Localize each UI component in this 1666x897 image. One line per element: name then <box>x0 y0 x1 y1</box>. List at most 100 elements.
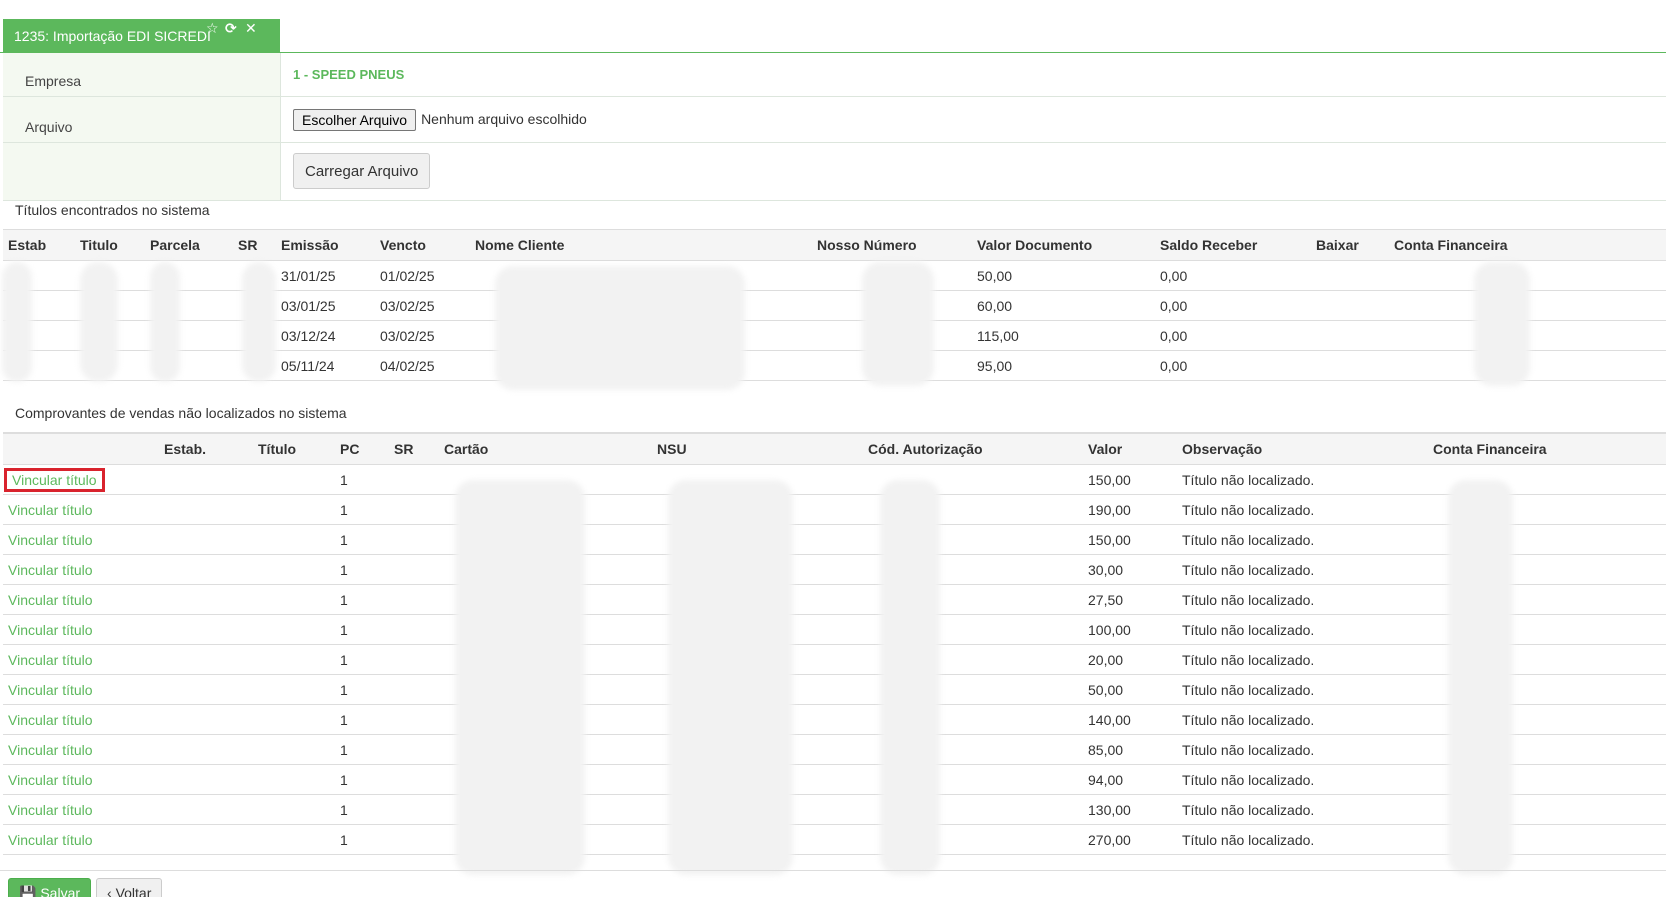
comprovantes-row: Vincular título 1 150,00 Título não localiz… <box>3 464 1666 495</box>
titulo-cell <box>253 794 335 825</box>
sr-cell <box>389 734 439 765</box>
valor-cell: 150,00 <box>1083 464 1177 495</box>
save-button[interactable]: 💾 Salvar <box>8 878 92 897</box>
star-icon[interactable]: ☆ <box>206 20 219 37</box>
valor-cell: 94,00 <box>1083 764 1177 795</box>
valor-cell: 100,00 <box>1083 614 1177 645</box>
valor-cell: 27,50 <box>1083 584 1177 615</box>
titulos-section-title: Títulos encontrados no sistema <box>3 189 1666 230</box>
col-acao <box>3 433 159 465</box>
observacao-cell: Título não localizado. <box>1177 644 1428 675</box>
col-valor: Valor <box>1083 433 1177 465</box>
col-conta-financeira: Conta Financeira <box>1428 433 1666 465</box>
col-sr: SR <box>233 229 276 261</box>
estab-cell <box>159 584 253 615</box>
col-valor-documento: Valor Documento <box>972 229 1155 261</box>
observacao-cell: Título não localizado. <box>1177 734 1428 765</box>
col-nsu: NSU <box>652 433 863 465</box>
arquivo-label: Arquivo <box>3 97 281 142</box>
valor-documento-cell: 60,00 <box>972 290 1155 321</box>
back-label: Voltar <box>115 885 152 897</box>
comprovantes-row: Vincular título 1 85,00 Título não localiza… <box>3 734 1666 765</box>
observacao-cell: Título não localizado. <box>1177 824 1428 855</box>
comprovantes-row: Vincular título 1 190,00 Título não localiz… <box>3 494 1666 525</box>
sr-cell <box>389 524 439 555</box>
vincular-titulo-link[interactable]: Vincular título <box>4 467 105 492</box>
col-estab: Estab <box>3 229 75 261</box>
titulo-cell <box>253 494 335 525</box>
vincular-titulo-link[interactable]: Vincular título <box>8 532 93 548</box>
vincular-titulo-link[interactable]: Vincular título <box>8 742 93 758</box>
load-file-button[interactable]: Carregar Arquivo <box>293 153 431 189</box>
close-icon[interactable]: ✕ <box>245 20 257 37</box>
col-titulo: Titulo <box>75 229 145 261</box>
comprovantes-table: Estab. Título PC SR Cartão NSU Cód. Auto… <box>3 433 1666 855</box>
emissao-cell: 03/01/25 <box>276 290 375 321</box>
vincular-titulo-link[interactable]: Vincular título <box>8 592 93 608</box>
observacao-cell: Título não localizado. <box>1177 584 1428 615</box>
pc-cell: 1 <box>335 644 389 675</box>
col-vencto: Vencto <box>375 229 470 261</box>
emissao-cell: 31/01/25 <box>276 260 375 291</box>
back-button[interactable]: ‹ Voltar <box>96 878 163 897</box>
estab-cell <box>159 824 253 855</box>
acao-cell: Vincular título <box>3 734 159 765</box>
titulo-cell <box>253 524 335 555</box>
comprovantes-row: Vincular título 1 140,00 Título não localiz… <box>3 704 1666 735</box>
pc-cell: 1 <box>335 824 389 855</box>
col-estab: Estab. <box>159 433 253 465</box>
tab-title: 1235: Importação EDI SICREDI <box>14 28 211 44</box>
pc-cell: 1 <box>335 794 389 825</box>
chevron-left-icon: ‹ <box>107 885 112 897</box>
valor-cell: 150,00 <box>1083 524 1177 555</box>
titulo-cell <box>253 704 335 735</box>
vincular-titulo-link[interactable]: Vincular título <box>8 772 93 788</box>
comprovantes-row: Vincular título 1 100,00 Título não localiz… <box>3 614 1666 645</box>
comprovantes-row: Vincular título 1 30,00 Título não localiza… <box>3 554 1666 585</box>
choose-file-button[interactable]: Escolher Arquivo <box>293 109 417 131</box>
estab-cell <box>159 614 253 645</box>
col-nome-cliente: Nome Cliente <box>470 229 812 261</box>
vincular-titulo-link[interactable]: Vincular título <box>8 502 93 518</box>
vincular-titulo-link[interactable]: Vincular título <box>8 802 93 818</box>
empresa-label: Empresa <box>3 53 281 96</box>
valor-cell: 20,00 <box>1083 644 1177 675</box>
baixar-cell <box>1311 350 1389 381</box>
refresh-icon[interactable]: ⟳ <box>225 20 237 37</box>
sr-cell <box>389 704 439 735</box>
sr-cell <box>389 824 439 855</box>
observacao-cell: Título não localizado. <box>1177 524 1428 555</box>
titulo-cell <box>253 674 335 705</box>
titulo-cell <box>253 734 335 765</box>
valor-documento-cell: 50,00 <box>972 260 1155 291</box>
vincular-titulo-link[interactable]: Vincular título <box>8 562 93 578</box>
vincular-titulo-link[interactable]: Vincular título <box>8 832 93 848</box>
comprovantes-row: Vincular título 1 270,00 Título não localiz… <box>3 824 1666 855</box>
col-saldo-receber: Saldo Receber <box>1155 229 1311 261</box>
vincular-titulo-link[interactable]: Vincular título <box>8 712 93 728</box>
pc-cell: 1 <box>335 674 389 705</box>
emissao-cell: 03/12/24 <box>276 320 375 351</box>
acao-cell: Vincular título <box>3 584 159 615</box>
arquivo-row: Arquivo Escolher Arquivo Nenhum arquivo … <box>3 97 1666 143</box>
empresa-row: Empresa 1 - SPEED PNEUS <box>3 53 1666 97</box>
comprovantes-row: Vincular título 1 94,00 Título não localiza… <box>3 764 1666 795</box>
sr-cell <box>389 794 439 825</box>
sr-cell <box>389 764 439 795</box>
tab-importacao-edi[interactable]: 1235: Importação EDI SICREDI ☆ ⟳ ✕ <box>3 19 280 53</box>
valor-cell: 130,00 <box>1083 794 1177 825</box>
estab-cell <box>159 704 253 735</box>
tab-bar: 1235: Importação EDI SICREDI ☆ ⟳ ✕ <box>0 0 1666 53</box>
vincular-titulo-link[interactable]: Vincular título <box>8 622 93 638</box>
valor-documento-cell: 95,00 <box>972 350 1155 381</box>
baixar-cell <box>1311 320 1389 351</box>
saldo-receber-cell: 0,00 <box>1155 260 1311 291</box>
sr-cell <box>389 674 439 705</box>
observacao-cell: Título não localizado. <box>1177 674 1428 705</box>
pc-cell: 1 <box>335 494 389 525</box>
pc-cell: 1 <box>335 614 389 645</box>
vincular-titulo-link[interactable]: Vincular título <box>8 652 93 668</box>
estab-cell <box>159 674 253 705</box>
vincular-titulo-link[interactable]: Vincular título <box>8 682 93 698</box>
comprovantes-section-title: Comprovantes de vendas não localizados n… <box>3 392 1666 433</box>
